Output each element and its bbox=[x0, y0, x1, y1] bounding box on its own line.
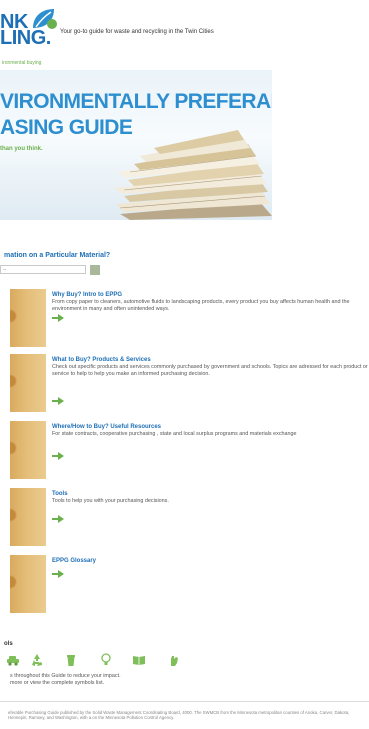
go-button[interactable] bbox=[90, 265, 100, 275]
item-link-glossary[interactable]: EPPG Glossary bbox=[52, 558, 96, 564]
item-thumbnail bbox=[10, 354, 46, 412]
paper-stack-image bbox=[114, 130, 272, 220]
item-link-why-buy[interactable]: Why Buy? Intro to EPPG bbox=[52, 292, 122, 298]
material-select[interactable]: -- bbox=[0, 265, 86, 274]
lightbulb-icon[interactable] bbox=[99, 653, 113, 667]
footer-text: eferable Purchasing Guide published by t… bbox=[8, 710, 350, 721]
item-description: For state contracts, cooperative purchas… bbox=[52, 431, 297, 437]
book-icon[interactable] bbox=[132, 653, 146, 667]
arrow-right-icon[interactable] bbox=[52, 515, 64, 523]
arrow-right-icon[interactable] bbox=[52, 570, 64, 578]
car-icon[interactable] bbox=[6, 653, 20, 667]
symbols-more-link[interactable]: more or view the complete symbols list. bbox=[10, 680, 104, 686]
arrow-right-icon[interactable] bbox=[52, 397, 64, 405]
symbols-heading: ols bbox=[4, 641, 13, 647]
item-thumbnail bbox=[10, 488, 46, 546]
symbols-description: s throughout this Guide to reduce your i… bbox=[10, 673, 121, 679]
hero-title-line1: VIRONMENTALLY PREFERABLE bbox=[0, 90, 272, 113]
item-thumbnail bbox=[10, 555, 46, 613]
material-finder-heading: mation on a Particular Material? bbox=[4, 252, 111, 259]
site-tagline: Your go-to guide for waste and recycling… bbox=[60, 29, 214, 35]
leaf-logo-icon bbox=[33, 9, 57, 29]
logo-line2: LING. bbox=[0, 27, 51, 49]
item-description: Check out specific products and services… bbox=[52, 364, 368, 377]
item-link-where-to-buy[interactable]: Where/How to Buy? Useful Resources bbox=[52, 424, 161, 430]
arrow-right-icon[interactable] bbox=[52, 452, 64, 460]
item-thumbnail bbox=[10, 421, 46, 479]
item-description: Tools to help you with your purchasing d… bbox=[52, 498, 169, 504]
item-thumbnail bbox=[10, 289, 46, 347]
trash-can-icon[interactable] bbox=[64, 653, 78, 667]
recycle-icon[interactable] bbox=[30, 653, 44, 667]
footer-divider bbox=[0, 701, 369, 702]
arrow-right-icon[interactable] bbox=[52, 314, 64, 322]
hero-subtitle: than you think. bbox=[0, 146, 43, 152]
item-link-tools[interactable]: Tools bbox=[52, 491, 68, 497]
hero-banner: VIRONMENTALLY PREFERABLE ASING GUIDE tha… bbox=[0, 70, 272, 220]
hand-icon[interactable] bbox=[167, 653, 181, 667]
breadcrumb[interactable]: ironmental buying bbox=[2, 60, 41, 66]
item-link-what-to-buy[interactable]: What to Buy? Products & Services bbox=[52, 357, 151, 363]
item-description: From copy paper to cleaners, automotive … bbox=[52, 299, 350, 312]
